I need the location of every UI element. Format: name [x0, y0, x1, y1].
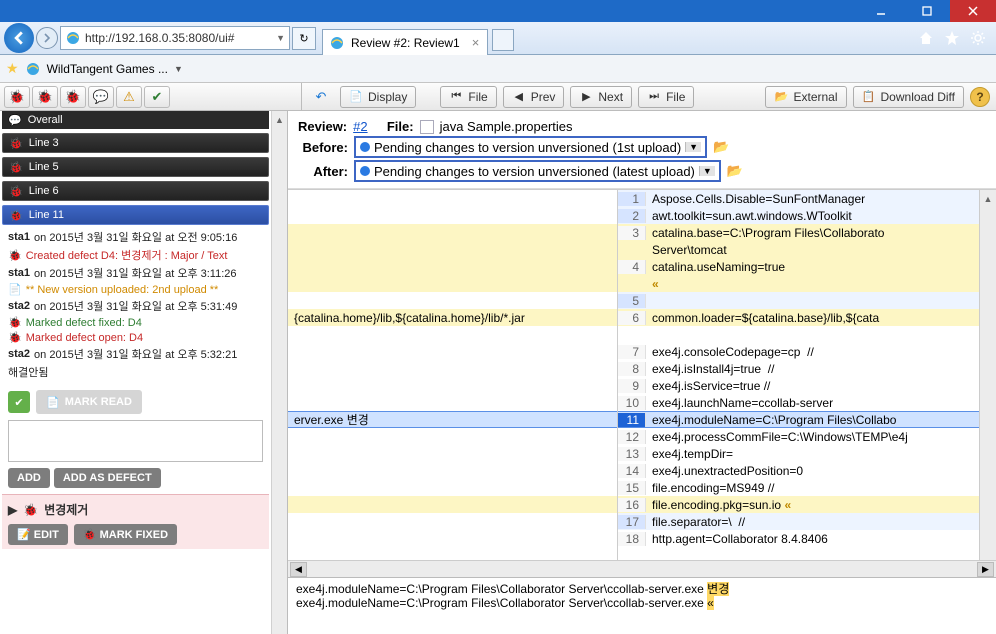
overall-header[interactable]: 💬Overall: [2, 111, 269, 129]
bug-refresh-button[interactable]: 🐞: [60, 86, 86, 108]
vertical-scrollbar[interactable]: ▲: [979, 190, 996, 560]
add-as-defect-button[interactable]: ADD AS DEFECT: [54, 468, 161, 488]
upload-icon: 📄: [8, 283, 22, 296]
after-version-select[interactable]: Pending changes to version unversioned (…: [354, 160, 721, 182]
browser-nav-bar: http://192.168.0.35:8080/ui# ▼ ↻ Review …: [0, 22, 996, 55]
add-button[interactable]: ADD: [8, 468, 50, 488]
sidebar-line-6[interactable]: 🐞Line 6: [2, 181, 269, 201]
favorites-star-icon[interactable]: [944, 30, 960, 46]
comment-button[interactable]: 💬: [88, 86, 114, 108]
review-header: Review: #2 File: java Sample.properties …: [288, 111, 996, 189]
open-folder-icon[interactable]: 📂: [713, 139, 729, 155]
scroll-right-button[interactable]: ▶: [977, 562, 994, 577]
bug-icon: 🐞: [8, 249, 22, 262]
undo-button[interactable]: ↶: [308, 86, 334, 108]
prev-button[interactable]: ◀Prev: [503, 86, 565, 108]
settings-gear-icon[interactable]: [970, 30, 986, 46]
window-titlebar: [0, 0, 996, 22]
browser-tools: [918, 30, 992, 46]
diff-detail-panel: exe4j.moduleName=C:\Program Files\Collab…: [288, 577, 996, 634]
next-button[interactable]: ▶Next: [570, 86, 632, 108]
file-next-button[interactable]: ⏭File: [638, 86, 694, 108]
favorites-bar: ★ WildTangent Games ... ▼: [0, 55, 996, 83]
app-toolbar: 🐞 🐞 🐞 💬 ⚠ ✔ ↶ 📄Display ⏮File ◀Prev ▶Next…: [0, 83, 996, 111]
expand-icon[interactable]: ▶: [8, 503, 17, 517]
bug-filter-green-button[interactable]: 🐞: [32, 86, 58, 108]
window-maximize-button[interactable]: [904, 0, 950, 22]
new-tab-button[interactable]: [492, 29, 514, 51]
warning-button[interactable]: ⚠: [116, 86, 142, 108]
external-button[interactable]: 📂External: [765, 86, 846, 108]
address-bar[interactable]: http://192.168.0.35:8080/ui# ▼: [60, 26, 290, 50]
refresh-button[interactable]: ↻: [292, 27, 316, 50]
bug-filter-red-button[interactable]: 🐞: [4, 86, 30, 108]
diff-line-before: exe4j.moduleName=C:\Program Files\Collab…: [296, 580, 988, 596]
activity-log: sta1 on 2015년 3월 31일 화요일 at 오전 9:05:16 🐞…: [2, 225, 269, 384]
tab-title: Review #2: Review1: [351, 36, 460, 50]
diff-line-after: exe4j.moduleName=C:\Program Files\Collab…: [296, 596, 988, 612]
window-minimize-button[interactable]: [858, 0, 904, 22]
bug-open-icon: 🐞: [8, 331, 22, 344]
window-close-button[interactable]: [950, 0, 996, 22]
help-button[interactable]: ?: [970, 87, 990, 107]
edit-button[interactable]: 📝 EDIT: [8, 524, 68, 545]
diff-view: {catalina.home}/lib,${catalina.home}/lib…: [288, 189, 996, 560]
diff-left-pane[interactable]: {catalina.home}/lib,${catalina.home}/lib…: [288, 190, 618, 560]
ie-icon: [65, 30, 81, 46]
scroll-left-button[interactable]: ◀: [290, 562, 307, 577]
mark-read-button[interactable]: 📄MARK READ: [36, 390, 142, 414]
review-link[interactable]: #2: [353, 119, 367, 134]
back-button[interactable]: [4, 23, 34, 53]
sidebar-scrollbar[interactable]: ▲: [271, 111, 287, 634]
file-prev-button[interactable]: ⏮File: [440, 86, 496, 108]
approve-button[interactable]: ✔: [8, 391, 30, 413]
open-folder-icon[interactable]: 📂: [727, 163, 743, 179]
favorite-link[interactable]: WildTangent Games ...: [47, 62, 168, 76]
tab-close-button[interactable]: ×: [472, 35, 480, 50]
sidebar: 💬Overall 🐞Line 3 🐞Line 5 🐞Line 6 🐞Line 1…: [0, 111, 288, 634]
ie-icon: [25, 61, 41, 77]
url-text: http://192.168.0.35:8080/ui#: [85, 31, 234, 45]
diff-right-pane[interactable]: 1Aspose.Cells.Disable=SunFontManager2awt…: [618, 190, 996, 560]
before-version-select[interactable]: Pending changes to version unversioned (…: [354, 136, 707, 158]
mark-fixed-button[interactable]: 🐞 MARK FIXED: [74, 524, 177, 545]
file-icon: [420, 120, 434, 134]
sidebar-line-3[interactable]: 🐞Line 3: [2, 133, 269, 153]
accept-button[interactable]: ✔: [144, 86, 170, 108]
favorite-dropdown-icon[interactable]: ▼: [174, 64, 183, 74]
browser-tab[interactable]: Review #2: Review1 ×: [322, 29, 488, 55]
forward-button[interactable]: [36, 27, 58, 49]
file-name: java Sample.properties: [440, 119, 573, 134]
bug-fixed-icon: 🐞: [8, 316, 22, 329]
defect-panel: ▶🐞변경제거 📝 EDIT 🐞 MARK FIXED: [2, 494, 269, 549]
url-dropdown-icon[interactable]: ▼: [276, 33, 285, 43]
ie-icon: [329, 35, 345, 51]
comment-input[interactable]: [8, 420, 263, 462]
favorites-icon[interactable]: ★: [6, 60, 19, 77]
download-diff-button[interactable]: 📋Download Diff: [853, 86, 964, 108]
bug-icon: 🐞: [23, 503, 38, 517]
horizontal-scrollbar[interactable]: ◀ ▶: [288, 560, 996, 577]
sidebar-line-5[interactable]: 🐞Line 5: [2, 157, 269, 177]
sidebar-line-11[interactable]: 🐞Line 11: [2, 205, 269, 225]
display-button[interactable]: 📄Display: [340, 86, 416, 108]
content-area: Review: #2 File: java Sample.properties …: [288, 111, 996, 634]
home-icon[interactable]: [918, 30, 934, 46]
